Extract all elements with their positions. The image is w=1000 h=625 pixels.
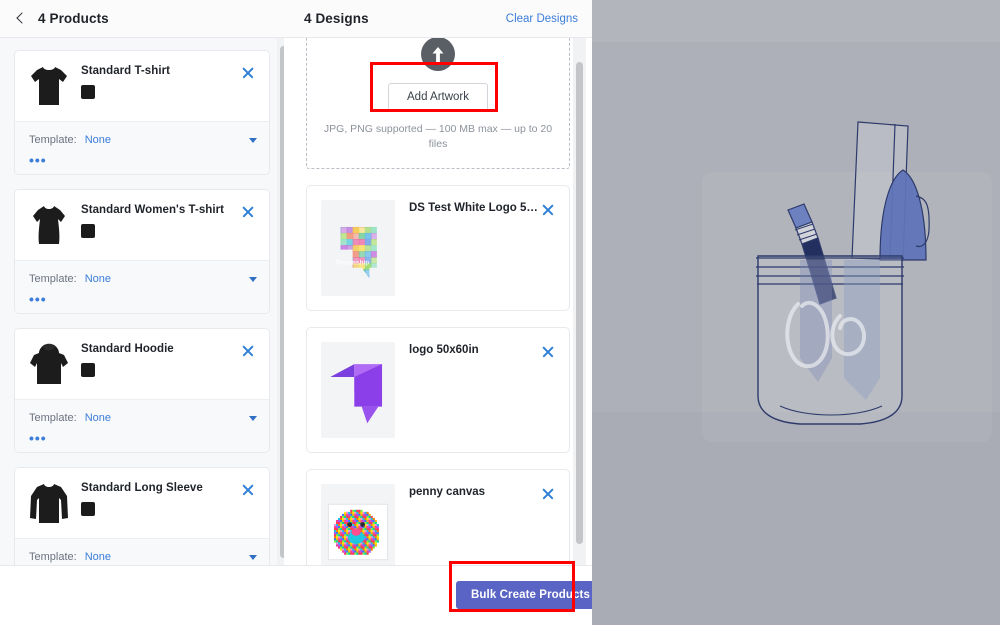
template-row: Template: None: [29, 412, 257, 424]
upload-arrow-icon: [421, 38, 455, 71]
design-info: DS Test White Logo 50x...: [409, 200, 539, 214]
design-name: DS Test White Logo 50x...: [409, 202, 539, 214]
template-value[interactable]: None: [85, 412, 111, 424]
svg-text:Dreamship: Dreamship: [336, 260, 369, 267]
template-row: Template: None: [29, 551, 257, 563]
design-card: logo 50x60in: [306, 327, 570, 453]
bulk-product-creator-screen: 4 Products 4 Designs Clear Designs Stand…: [0, 0, 1000, 625]
more-options-icon[interactable]: •••: [29, 292, 257, 306]
products-list: Standard T-shirt Template: None ••• Standard…: [0, 38, 284, 565]
bulk-create-products-button[interactable]: Bulk Create Products: [456, 581, 605, 609]
product-summary: Standard T-shirt: [15, 51, 269, 121]
template-label: Template:: [29, 412, 77, 424]
template-label: Template:: [29, 551, 77, 563]
remove-product-icon[interactable]: [239, 481, 257, 499]
designs-panel: Add Artwork JPG, PNG supported — 100 MB …: [284, 38, 592, 565]
product-info: Standard Long Sleeve: [81, 480, 239, 516]
chevron-down-icon[interactable]: [249, 554, 257, 560]
jar-with-pens-and-pencil-illustration: [740, 108, 970, 453]
color-swatch[interactable]: [81, 85, 95, 99]
design-thumbnail[interactable]: [321, 342, 395, 438]
template-row: Template: None: [29, 273, 257, 285]
designs-count-title: 4 Designs: [304, 11, 369, 26]
product-name: Standard Hoodie: [81, 343, 174, 355]
add-artwork-button[interactable]: Add Artwork: [388, 83, 488, 111]
color-swatch[interactable]: [81, 363, 95, 377]
products-panel: Standard T-shirt Template: None ••• Standard…: [0, 38, 284, 565]
garment-thumbnail-icon: [29, 63, 69, 109]
color-swatch[interactable]: [81, 502, 95, 516]
garment-thumbnail-icon: [29, 480, 69, 526]
product-info: Standard Hoodie: [81, 341, 239, 377]
remove-product-icon[interactable]: [239, 64, 257, 82]
template-label: Template:: [29, 134, 77, 146]
product-summary: Standard Long Sleeve: [15, 468, 269, 538]
chevron-down-icon[interactable]: [249, 276, 257, 282]
artwork-dropzone[interactable]: Add Artwork JPG, PNG supported — 100 MB …: [306, 38, 570, 169]
product-options: Template: None •••: [15, 260, 269, 313]
product-name: Standard Long Sleeve: [81, 482, 203, 494]
design-card: penny canvas: [306, 469, 570, 565]
product-card: Standard Hoodie Template: None •••: [14, 328, 270, 453]
design-card: Dreamship DS Test White Logo 50x...: [306, 185, 570, 311]
design-name: logo 50x60in: [409, 344, 479, 356]
design-info: logo 50x60in: [409, 342, 539, 356]
clear-designs-link[interactable]: Clear Designs: [506, 13, 578, 25]
garment-thumbnail-icon: [29, 341, 69, 387]
product-info: Standard T-shirt: [81, 63, 239, 99]
template-label: Template:: [29, 273, 77, 285]
preview-top-band: [592, 0, 1000, 42]
product-summary: Standard Women's T-shirt: [15, 190, 269, 260]
product-name: Standard Women's T-shirt: [81, 204, 225, 216]
remove-product-icon[interactable]: [239, 342, 257, 360]
chevron-down-icon[interactable]: [249, 415, 257, 421]
template-value[interactable]: None: [85, 551, 111, 563]
design-thumbnail[interactable]: Dreamship: [321, 200, 395, 296]
remove-product-icon[interactable]: [239, 203, 257, 221]
color-swatch[interactable]: [81, 224, 95, 238]
product-summary: Standard Hoodie: [15, 329, 269, 399]
design-info: penny canvas: [409, 484, 539, 498]
product-card: Standard Women's T-shirt Template: None •••: [14, 189, 270, 314]
template-value[interactable]: None: [85, 273, 111, 285]
product-options: Template:None•••: [15, 538, 269, 565]
products-count-title: 4 Products: [38, 11, 109, 26]
design-thumbnail[interactable]: [321, 484, 395, 565]
remove-design-icon[interactable]: [539, 343, 557, 361]
chevron-down-icon[interactable]: [249, 137, 257, 143]
garment-thumbnail-icon: [29, 202, 69, 248]
remove-design-icon[interactable]: [539, 201, 557, 219]
more-options-icon[interactable]: •••: [29, 431, 257, 445]
product-name: Standard T-shirt: [81, 65, 170, 77]
products-panel-header: 4 Products: [0, 0, 284, 38]
dropzone-hint-text: JPG, PNG supported — 100 MB max — up to …: [323, 123, 553, 150]
template-value[interactable]: None: [85, 134, 111, 146]
chevron-left-icon[interactable]: [14, 12, 28, 26]
product-options: Template: None •••: [15, 399, 269, 452]
product-card: Standard T-shirt Template: None •••: [14, 50, 270, 175]
more-options-icon[interactable]: •••: [29, 153, 257, 167]
remove-design-icon[interactable]: [539, 485, 557, 503]
template-row: Template: None: [29, 134, 257, 146]
designs-scrollbar-thumb[interactable]: [576, 62, 583, 544]
product-options: Template: None •••: [15, 121, 269, 174]
designs-panel-header: 4 Designs Clear Designs: [284, 0, 592, 38]
preview-pane-overlay: [592, 0, 1000, 625]
designs-list: Add Artwork JPG, PNG supported — 100 MB …: [284, 38, 592, 565]
product-info: Standard Women's T-shirt: [81, 202, 239, 238]
product-card: Standard Long SleeveTemplate:None•••: [14, 467, 270, 565]
design-name: penny canvas: [409, 486, 486, 498]
